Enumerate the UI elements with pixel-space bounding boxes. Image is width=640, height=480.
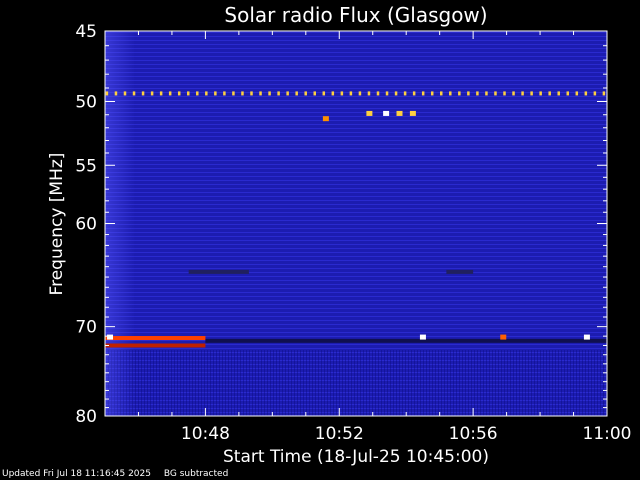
feature-dot bbox=[575, 91, 579, 96]
feature-dot bbox=[241, 91, 244, 96]
updated-timestamp: Updated Fri Jul 18 11:16:45 2025 bbox=[2, 469, 151, 479]
feature-spot-10 bbox=[322, 116, 329, 122]
feature-dot bbox=[340, 91, 344, 96]
y-tick-label: 45 bbox=[75, 22, 97, 42]
feature-spot-9 bbox=[409, 110, 416, 116]
feature-dot bbox=[259, 91, 262, 96]
feature-band-4 bbox=[446, 269, 474, 274]
feature-dot bbox=[467, 91, 470, 96]
feature-dot bbox=[521, 91, 524, 96]
feature-dot bbox=[476, 91, 479, 96]
feature-spot-6 bbox=[366, 110, 373, 116]
feature-dot bbox=[412, 91, 416, 96]
feature-band-1 bbox=[105, 336, 206, 341]
feature-dot bbox=[223, 91, 226, 96]
feature-dot bbox=[440, 91, 443, 96]
background-note: BG subtracted bbox=[163, 469, 229, 479]
feature-dot bbox=[358, 91, 362, 96]
x-axis-label: Start Time (18-Jul-25 10:45:00) bbox=[223, 447, 489, 467]
feature-dot bbox=[268, 91, 271, 96]
feature-dot bbox=[123, 91, 127, 96]
feature-dot bbox=[286, 91, 289, 96]
feature-dot bbox=[295, 91, 298, 96]
feature-dot bbox=[593, 91, 597, 96]
feature-dot bbox=[449, 91, 452, 96]
feature-dot bbox=[494, 91, 497, 96]
feature-spot-12 bbox=[583, 334, 590, 340]
feature-band-5 bbox=[205, 338, 607, 343]
chart-title: Solar radio Flux (Glasgow) bbox=[224, 3, 487, 27]
feature-spot-11 bbox=[419, 334, 426, 340]
feature-dot bbox=[105, 91, 109, 96]
feature-dot bbox=[503, 91, 506, 96]
feature-dot bbox=[214, 91, 217, 96]
feature-spot-8 bbox=[396, 110, 403, 116]
feature-dot bbox=[349, 91, 353, 96]
y-tick-label: 55 bbox=[75, 156, 97, 176]
feature-dot bbox=[512, 91, 515, 96]
feature-dot bbox=[232, 91, 235, 96]
feature-dot bbox=[322, 91, 326, 96]
feature-dot bbox=[114, 91, 118, 96]
feature-dot bbox=[421, 91, 425, 96]
x-tick-label: 10:56 bbox=[449, 424, 498, 444]
feature-dot bbox=[430, 91, 434, 96]
feature-dot bbox=[458, 91, 461, 96]
feature-dot bbox=[205, 91, 208, 96]
spectrogram-chart: Solar radio Flux (Glasgow) 10:48 10:52 10:… bbox=[47, 3, 632, 467]
feature-band-3 bbox=[188, 269, 249, 274]
feature-dot bbox=[331, 91, 335, 96]
feature-dot bbox=[304, 91, 307, 96]
x-tick-label: 10:52 bbox=[315, 424, 364, 444]
feature-dot bbox=[159, 91, 163, 96]
feature-dot bbox=[141, 91, 145, 96]
feature-dot bbox=[132, 91, 136, 96]
x-tick-label: 10:48 bbox=[181, 424, 230, 444]
feature-dot bbox=[150, 91, 154, 96]
feature-band-2 bbox=[105, 343, 206, 348]
feature-dot bbox=[530, 91, 533, 96]
feature-dot bbox=[557, 91, 560, 96]
y-tick-label: 80 bbox=[75, 407, 97, 427]
feature-dot bbox=[367, 91, 371, 96]
feature-dot bbox=[376, 91, 380, 96]
feature-dot bbox=[584, 91, 588, 96]
feature-dot bbox=[313, 91, 317, 96]
y-tick-label: 50 bbox=[75, 93, 97, 113]
feature-dot bbox=[168, 91, 172, 96]
feature-dot bbox=[602, 91, 606, 96]
y-axis-label: Frequency [MHz] bbox=[47, 153, 67, 296]
feature-dot bbox=[385, 91, 389, 96]
feature-dot bbox=[566, 91, 570, 96]
feature-spot-13 bbox=[107, 334, 114, 340]
y-tick-label: 70 bbox=[75, 318, 97, 338]
feature-dot bbox=[539, 91, 542, 96]
feature-dot bbox=[277, 91, 280, 96]
y-tick-label: 60 bbox=[75, 215, 97, 235]
feature-spot-7 bbox=[383, 110, 390, 116]
feature-dot bbox=[394, 91, 398, 96]
feature-dot bbox=[196, 91, 199, 96]
plot-area bbox=[104, 30, 608, 417]
footer-status: Updated Fri Jul 18 11:16:45 2025 BG subt… bbox=[2, 469, 238, 479]
feature-dot bbox=[403, 91, 407, 96]
feature-dot bbox=[485, 91, 488, 96]
feature-dot bbox=[186, 91, 190, 96]
x-tick-label: 11:00 bbox=[583, 424, 632, 444]
feature-spot-14 bbox=[500, 334, 507, 340]
feature-dot bbox=[177, 91, 181, 96]
feature-dot bbox=[548, 91, 551, 96]
feature-dot bbox=[250, 91, 253, 96]
low-band-texture bbox=[105, 350, 607, 416]
